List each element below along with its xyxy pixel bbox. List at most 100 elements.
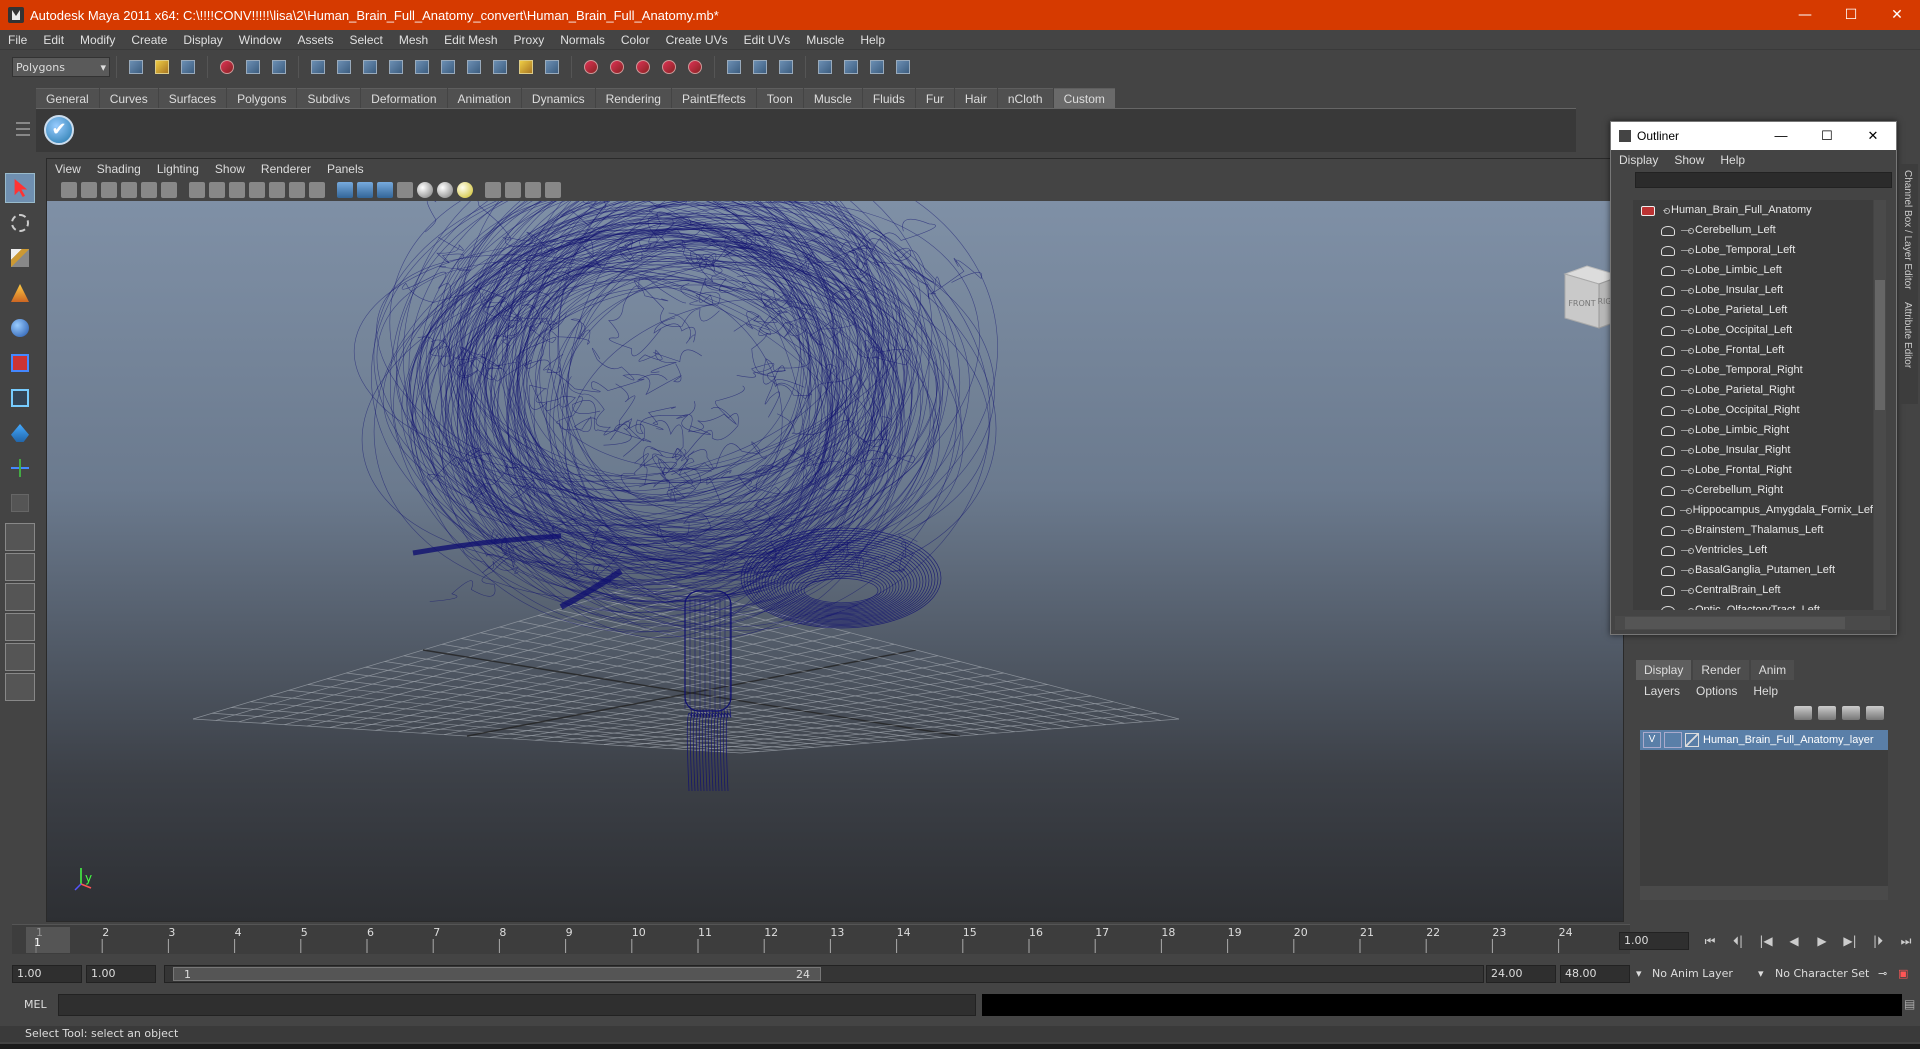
shelf-tab-subdivs[interactable]: Subdivs: [297, 88, 361, 108]
shelf-tab-custom[interactable]: Custom: [1053, 88, 1115, 108]
layer-display-type-toggle[interactable]: [1664, 732, 1682, 748]
attribute-editor-tab[interactable]: Attribute Editor: [1900, 296, 1913, 374]
menu-assets[interactable]: Assets: [289, 33, 341, 47]
hud-icon[interactable]: [545, 182, 561, 198]
menu-create[interactable]: Create: [123, 33, 175, 47]
make-live-icon[interactable]: [684, 56, 706, 78]
layer-menu-options[interactable]: Options: [1688, 684, 1745, 698]
shelf-tab-animation[interactable]: Animation: [447, 88, 521, 108]
step-forward-frame-button[interactable]: ▶|: [1836, 930, 1864, 952]
outliner-item[interactable]: Lobe_Occipital_Right: [1633, 400, 1873, 420]
select-by-curve-icon[interactable]: [359, 56, 381, 78]
menu-window[interactable]: Window: [231, 33, 290, 47]
step-forward-key-button[interactable]: |⏵: [1864, 930, 1892, 952]
grid-icon[interactable]: [189, 182, 205, 198]
shelf-tab-polygons[interactable]: Polygons: [227, 88, 297, 108]
field-chart-icon[interactable]: [269, 182, 285, 198]
outliner-filter-input[interactable]: [1635, 172, 1892, 188]
move-layer-down-icon[interactable]: [1818, 706, 1836, 720]
persp-outliner-layout-icon[interactable]: [5, 583, 35, 611]
viewport-menu-lighting[interactable]: Lighting: [149, 162, 207, 176]
viewport-menu-renderer[interactable]: Renderer: [253, 162, 319, 176]
shelf-tab-rendering[interactable]: Rendering: [595, 88, 671, 108]
select-object-icon[interactable]: [242, 56, 264, 78]
outliner-item[interactable]: Hippocampus_Amygdala_Fornix_Lef: [1633, 500, 1873, 520]
shelf-tab-painteffects[interactable]: PaintEffects: [671, 88, 756, 108]
open-scene-icon[interactable]: [151, 56, 173, 78]
shelf-tab-fluids[interactable]: Fluids: [862, 88, 915, 108]
select-camera-icon[interactable]: [61, 182, 77, 198]
perspective-viewport[interactable]: View Shading Lighting Show Renderer Pane…: [46, 158, 1624, 922]
select-by-dynamics-icon[interactable]: [437, 56, 459, 78]
new-layer-icon[interactable]: [1842, 706, 1860, 720]
persp-graph-layout-icon[interactable]: [5, 613, 35, 641]
safe-title-icon[interactable]: [309, 182, 325, 198]
layer-row[interactable]: V Human_Brain_Full_Anatomy_layer: [1640, 730, 1888, 750]
outliner-item[interactable]: Lobe_Frontal_Left: [1633, 340, 1873, 360]
maximize-button[interactable]: ☐: [1828, 0, 1874, 30]
save-scene-icon[interactable]: [177, 56, 199, 78]
outliner-item[interactable]: Lobe_Limbic_Left: [1633, 260, 1873, 280]
outliner-item[interactable]: Lobe_Frontal_Right: [1633, 460, 1873, 480]
outliner-item[interactable]: Brainstem_Thalamus_Left: [1633, 520, 1873, 540]
menu-help[interactable]: Help: [852, 33, 893, 47]
playback-end-field[interactable]: 24.00: [1486, 965, 1556, 983]
outliner-item[interactable]: BasalGanglia_Putamen_Left: [1633, 560, 1873, 580]
menu-normals[interactable]: Normals: [552, 33, 613, 47]
menu-proxy[interactable]: Proxy: [506, 33, 553, 47]
outliner-item[interactable]: Cerebellum_Right: [1633, 480, 1873, 500]
outliner-vertical-scrollbar[interactable]: [1874, 200, 1886, 610]
wireframe-on-shaded-icon[interactable]: [377, 182, 393, 198]
manipulator-tool[interactable]: [5, 383, 35, 413]
shelf-tab-hair[interactable]: Hair: [954, 88, 997, 108]
wireframe-icon[interactable]: [337, 182, 353, 198]
outliner-item[interactable]: Lobe_Limbic_Right: [1633, 420, 1873, 440]
outliner-item[interactable]: Lobe_Temporal_Left: [1633, 240, 1873, 260]
viewport-menu-panels[interactable]: Panels: [319, 162, 372, 176]
xray-icon[interactable]: [505, 182, 521, 198]
viewport-menu-show[interactable]: Show: [207, 162, 253, 176]
persp-trax-layout-icon[interactable]: [5, 673, 35, 701]
layer-visibility-toggle[interactable]: V: [1643, 732, 1661, 748]
snap-to-view-plane-icon[interactable]: [658, 56, 680, 78]
move-layer-up-icon[interactable]: [1794, 706, 1812, 720]
step-back-key-button[interactable]: ⏴|: [1724, 930, 1752, 952]
checkmark-icon[interactable]: ✔: [44, 115, 74, 145]
two-d-pan-icon[interactable]: [141, 182, 157, 198]
lasso-tool[interactable]: [5, 208, 35, 238]
smooth-shade-icon[interactable]: [357, 182, 373, 198]
snap-to-curve-icon[interactable]: [606, 56, 628, 78]
scale-tool[interactable]: [5, 348, 35, 378]
outliner-item[interactable]: Lobe_Parietal_Left: [1633, 300, 1873, 320]
film-gate-icon[interactable]: [209, 182, 225, 198]
chevron-down-icon[interactable]: ▾: [1636, 965, 1642, 983]
render-settings-icon[interactable]: [892, 56, 914, 78]
select-component-icon[interactable]: [268, 56, 290, 78]
menu-edit-uvs[interactable]: Edit UVs: [736, 33, 799, 47]
render-frame-icon[interactable]: [840, 56, 862, 78]
go-to-end-button[interactable]: ⏭: [1892, 930, 1920, 952]
xray-joints-icon[interactable]: [525, 182, 541, 198]
menu-select[interactable]: Select: [341, 33, 390, 47]
four-view-layout-icon[interactable]: [5, 553, 35, 581]
shelf-tab-dynamics[interactable]: Dynamics: [521, 88, 595, 108]
shelf-tab-deformation[interactable]: Deformation: [361, 88, 447, 108]
outliner-item[interactable]: Ventricles_Left: [1633, 540, 1873, 560]
script-editor-icon[interactable]: ▤: [1904, 997, 1915, 1011]
shelf-tab-toon[interactable]: Toon: [756, 88, 803, 108]
shelf-tab-surfaces[interactable]: Surfaces: [158, 88, 227, 108]
outliner-menu-help[interactable]: Help: [1712, 153, 1753, 167]
current-time-field[interactable]: 1.00: [1619, 932, 1689, 950]
rotate-tool[interactable]: [5, 313, 35, 343]
shelf-tab-curves[interactable]: Curves: [99, 88, 158, 108]
isolate-select-icon[interactable]: [485, 182, 501, 198]
command-language-label[interactable]: MEL: [24, 998, 47, 1011]
grease-pencil-icon[interactable]: [161, 182, 177, 198]
select-by-handle-icon[interactable]: [307, 56, 329, 78]
snap-to-point-icon[interactable]: [632, 56, 654, 78]
playback-start-field[interactable]: 1.00: [86, 965, 156, 983]
menu-modify[interactable]: Modify: [72, 33, 123, 47]
shelf-menu-handle[interactable]: [14, 118, 32, 152]
layer-list-scrollbar[interactable]: [1640, 886, 1888, 900]
character-set-select[interactable]: No Character Set: [1775, 965, 1869, 983]
